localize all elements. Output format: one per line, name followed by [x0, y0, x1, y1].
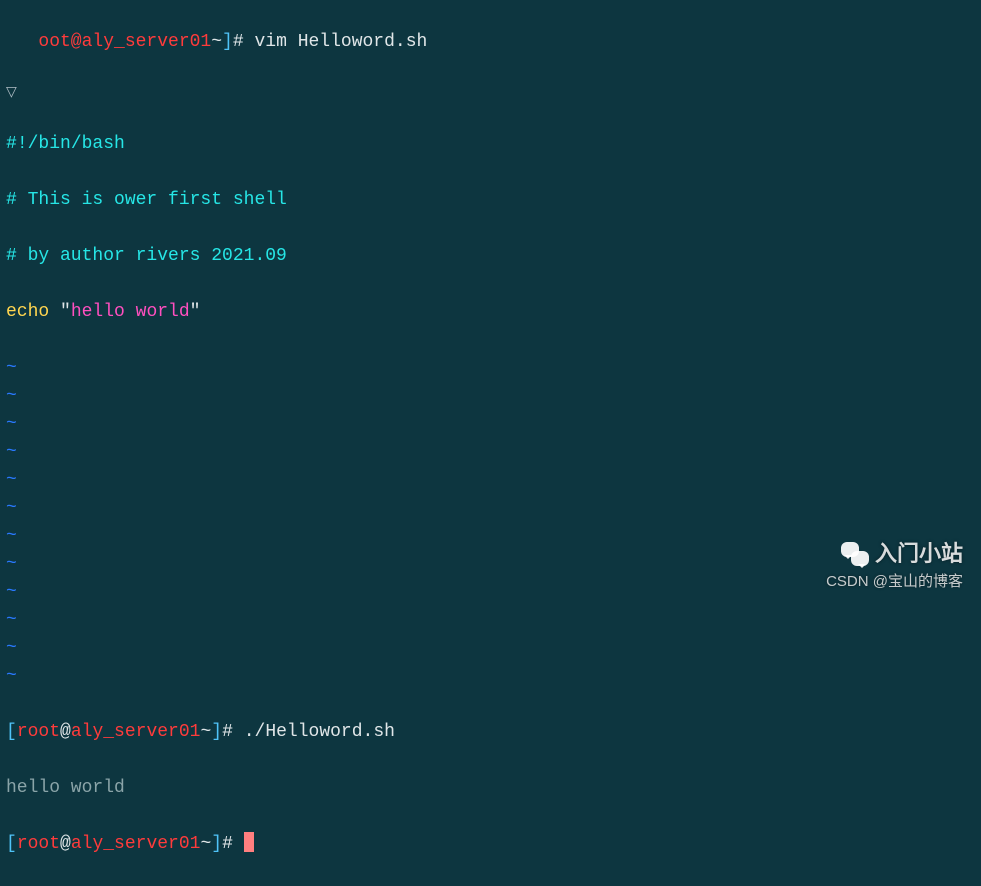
- vim-tilde-line: ~: [6, 410, 975, 438]
- prompt-line-1: oot@aly_server01~]# vim Helloword.sh: [6, 28, 975, 56]
- echo-keyword: echo: [6, 302, 49, 322]
- command-output: hello world: [6, 774, 975, 802]
- bracket-close: ]: [222, 32, 233, 52]
- vim-empty-lines: ~~~~~~~~~~~~: [6, 354, 975, 690]
- user: root: [17, 722, 60, 742]
- cursor: [244, 832, 254, 852]
- prompt-line-2: [root@aly_server01~]# ./Helloword.sh: [6, 718, 975, 746]
- vim-tilde-line: ~: [6, 438, 975, 466]
- watermark: 入门小站 CSDN @宝山的博客: [826, 540, 963, 596]
- echo-string: hello world: [71, 302, 190, 322]
- user: root: [17, 834, 60, 854]
- vim-tilde-line: ~: [6, 466, 975, 494]
- script-shebang: #!/bin/bash: [6, 130, 975, 158]
- vim-tilde-line: ~: [6, 494, 975, 522]
- host: aly_server01: [71, 834, 201, 854]
- script-comment-1: # This is ower first shell: [6, 186, 975, 214]
- watermark-title: 入门小站: [875, 540, 963, 568]
- host: aly_server01: [71, 722, 201, 742]
- user-host: oot@aly_server01: [38, 32, 211, 52]
- vim-tilde-line: ~: [6, 606, 975, 634]
- terminal[interactable]: oot@aly_server01~]# vim Helloword.sh ▽ #…: [0, 0, 981, 886]
- tilde-mark: ~: [211, 32, 222, 52]
- vim-tilde-line: ~: [6, 354, 975, 382]
- vim-tilde-line: ~: [6, 634, 975, 662]
- script-comment-2: # by author rivers 2021.09: [6, 242, 975, 270]
- vim-more-marker: ▽: [6, 84, 975, 102]
- command-text: ./Helloword.sh: [244, 722, 395, 742]
- prompt-hash: #: [233, 32, 244, 52]
- prompt-line-3: [root@aly_server01~]#: [6, 830, 975, 858]
- watermark-subtitle: CSDN @宝山的博客: [826, 568, 963, 596]
- command-text: vim Helloword.sh: [254, 32, 427, 52]
- vim-tilde-line: ~: [6, 382, 975, 410]
- vim-tilde-line: ~: [6, 662, 975, 690]
- script-echo-line: echo "hello world": [6, 298, 975, 326]
- wechat-icon: [841, 542, 869, 566]
